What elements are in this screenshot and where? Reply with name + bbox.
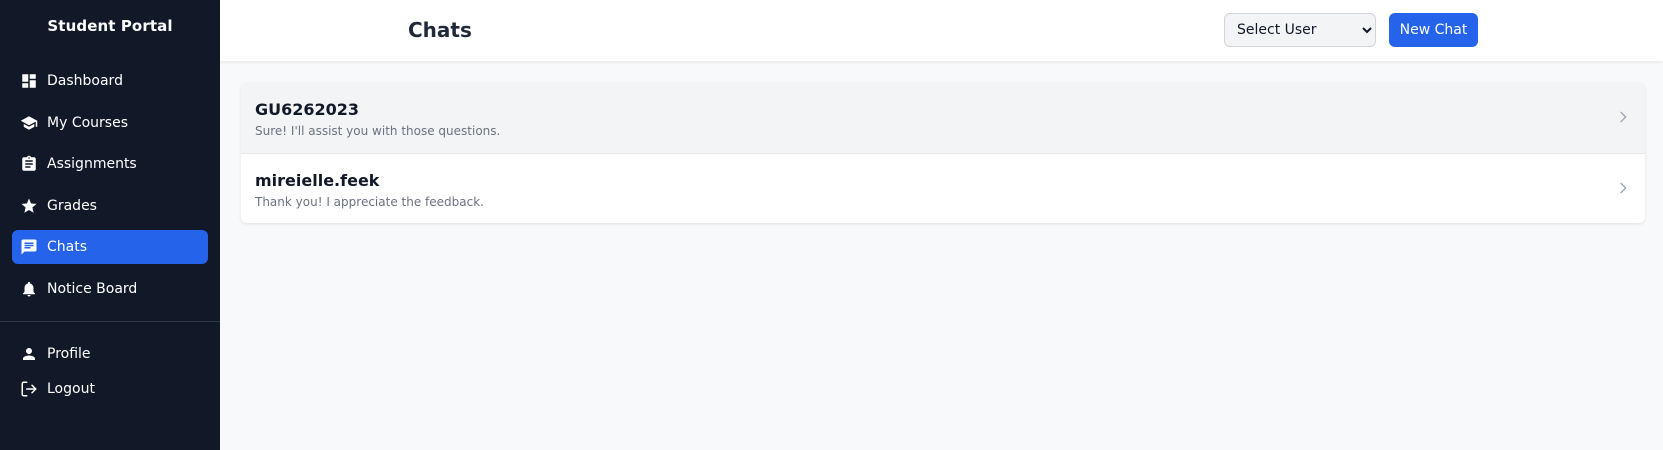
person-icon xyxy=(20,345,38,363)
school-icon xyxy=(20,114,38,132)
chevron-right-icon xyxy=(1615,180,1631,196)
sidebar-item-label: Dashboard xyxy=(47,73,123,89)
sidebar-item-my-courses[interactable]: My Courses xyxy=(12,106,208,140)
chat-preview: Thank you! I appreciate the feedback. xyxy=(255,195,484,209)
sidebar-item-dashboard[interactable]: Dashboard xyxy=(12,64,208,98)
chat-name: GU6262023 xyxy=(255,100,360,119)
sidebar-item-label: Chats xyxy=(47,239,88,256)
brand-title: Student Portal xyxy=(47,17,173,35)
sidebar-divider xyxy=(0,321,220,322)
sidebar-nav: Dashboard My Courses Assignments Grades … xyxy=(0,52,220,306)
sidebar-item-chats[interactable]: Chats xyxy=(12,230,208,265)
chevron-right-icon xyxy=(1615,109,1631,125)
bell-icon xyxy=(20,280,38,298)
chat-list: GU6262023 Sure! I'll assist you with tho… xyxy=(241,83,1645,223)
sidebar-item-label: Profile xyxy=(47,346,91,362)
sidebar-item-label: My Courses xyxy=(47,114,128,131)
logout-icon xyxy=(20,380,38,398)
star-icon xyxy=(20,197,38,215)
sidebar-item-label: Grades xyxy=(47,197,97,214)
sidebar-item-label: Notice Board xyxy=(47,280,138,297)
sidebar-item-label: Logout xyxy=(47,381,95,397)
chat-list-item[interactable]: mireielle.feek Thank you! I appreciate t… xyxy=(241,153,1645,223)
top-header: Chats Select User New Chat xyxy=(220,0,1663,61)
chat-list-item[interactable]: GU6262023 Sure! I'll assist you with tho… xyxy=(241,83,1645,153)
dashboard-icon xyxy=(20,72,38,90)
sidebar-item-notice-board[interactable]: Notice Board xyxy=(12,272,208,306)
clipboard-icon xyxy=(20,155,38,173)
chat-preview: Sure! I'll assist you with those questio… xyxy=(255,124,501,138)
page-title: Chats xyxy=(408,18,472,42)
chat-icon xyxy=(20,238,38,256)
sidebar-item-assignments[interactable]: Assignments xyxy=(12,147,208,181)
sidebar-item-logout[interactable]: Logout xyxy=(12,372,208,406)
select-user-dropdown[interactable]: Select User xyxy=(1224,13,1376,47)
sidebar-bottom-nav: Profile Logout xyxy=(12,337,208,407)
sidebar: Student Portal Dashboard My Courses Assi… xyxy=(0,0,220,450)
sidebar-item-profile[interactable]: Profile xyxy=(12,337,208,371)
chat-name: mireielle.feek xyxy=(255,171,380,190)
sidebar-item-grades[interactable]: Grades xyxy=(12,189,208,223)
new-chat-button[interactable]: New Chat xyxy=(1389,13,1478,47)
sidebar-item-label: Assignments xyxy=(47,156,137,173)
